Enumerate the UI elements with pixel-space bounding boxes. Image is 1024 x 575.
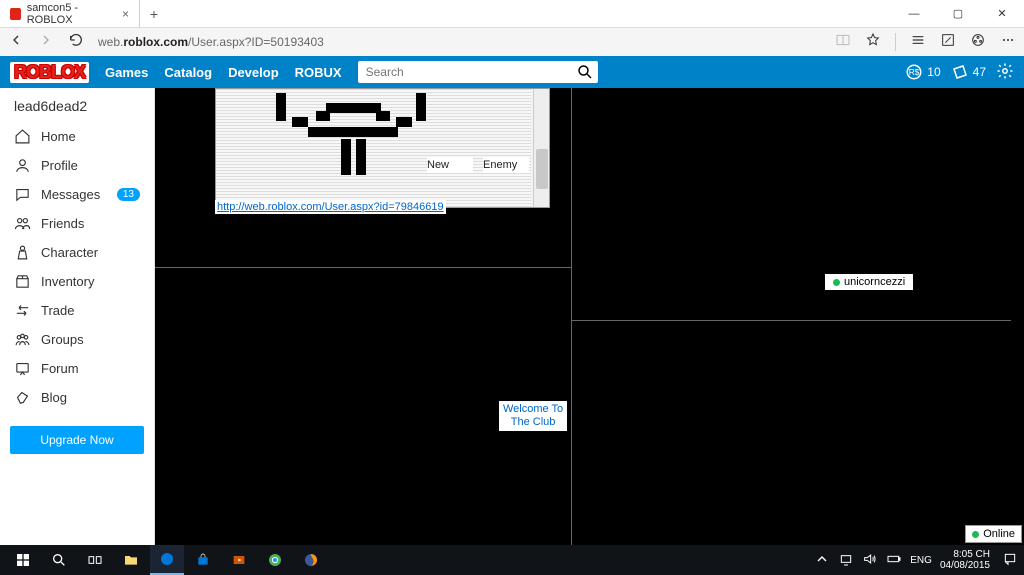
taskbar-chrome[interactable]	[258, 545, 292, 575]
svg-text:R$: R$	[909, 68, 920, 77]
robux-balance[interactable]: R$ 10	[905, 63, 940, 81]
hub-icon[interactable]	[910, 32, 926, 53]
search-input[interactable]	[358, 61, 598, 83]
divider	[155, 267, 571, 268]
tray-volume-icon[interactable]	[862, 551, 878, 570]
tab-title: samcon5 - ROBLOX	[27, 2, 116, 26]
roblox-favicon	[10, 8, 21, 20]
friend-name: unicorncezzi	[844, 276, 905, 288]
profile-content: New Enemy http://web.roblox.com/User.asp…	[155, 88, 1024, 545]
task-view[interactable]	[78, 545, 112, 575]
tix-count: 47	[973, 65, 986, 79]
profile-link[interactable]: http://web.roblox.com/User.aspx?id=79846…	[215, 200, 446, 214]
friend-chip[interactable]: unicorncezzi	[825, 274, 913, 290]
sidebar-groups[interactable]: Groups	[0, 325, 154, 354]
profile-blurb-box: New Enemy	[215, 88, 550, 208]
sidebar-username[interactable]: lead6dead2	[0, 94, 154, 122]
separator	[895, 33, 896, 51]
minimize-button[interactable]: —	[892, 0, 936, 27]
search-icon[interactable]	[576, 63, 594, 86]
browser-tab[interactable]: samcon5 - ROBLOX ×	[0, 0, 140, 27]
tray-lang[interactable]: ENG	[910, 555, 932, 566]
address-bar: web.roblox.com/User.aspx?ID=50193403	[0, 28, 1024, 56]
online-dot-icon	[972, 531, 979, 538]
search-wrap	[358, 61, 598, 83]
back-button[interactable]	[8, 32, 24, 53]
roblox-logo[interactable]: ROBLOX	[10, 62, 89, 83]
sidebar-profile[interactable]: Profile	[0, 151, 154, 180]
taskbar-store[interactable]	[186, 545, 220, 575]
messages-badge: 13	[117, 188, 140, 201]
refresh-button[interactable]	[68, 32, 84, 53]
taskbar-video[interactable]	[222, 545, 256, 575]
upgrade-button[interactable]: Upgrade Now	[10, 426, 144, 454]
sidebar-blog[interactable]: Blog	[0, 383, 154, 412]
nav-catalog[interactable]: Catalog	[164, 65, 212, 80]
tray-clock[interactable]: 8:05 CH 04/08/2015	[940, 549, 994, 571]
enemy-label: Enemy	[483, 157, 529, 173]
more-icon[interactable]	[1000, 32, 1016, 53]
robux-count: 10	[927, 65, 940, 79]
welcome-label[interactable]: Welcome To The Club	[499, 401, 567, 431]
window-titlebar: samcon5 - ROBLOX × + — ▢ ✕	[0, 0, 1024, 28]
nav-develop[interactable]: Develop	[228, 65, 279, 80]
nav-robux[interactable]: ROBUX	[295, 65, 342, 80]
sidebar-trade[interactable]: Trade	[0, 296, 154, 325]
roblox-nav: ROBLOX Games Catalog Develop ROBUX R$ 10…	[0, 56, 1024, 88]
divider	[571, 88, 572, 545]
settings-icon[interactable]	[996, 62, 1014, 83]
close-tab-icon[interactable]: ×	[122, 7, 129, 21]
taskbar-firefox[interactable]	[294, 545, 328, 575]
favorite-icon[interactable]	[865, 32, 881, 53]
online-status[interactable]: Online	[965, 525, 1022, 543]
maximize-button[interactable]: ▢	[936, 0, 980, 27]
url-text[interactable]: web.roblox.com/User.aspx?ID=50193403	[98, 35, 821, 49]
forward-button[interactable]	[38, 32, 54, 53]
close-window-button[interactable]: ✕	[980, 0, 1024, 27]
webnote-icon[interactable]	[940, 32, 956, 53]
blurb-scrollbar[interactable]	[533, 89, 549, 207]
tray-network-icon[interactable]	[838, 551, 854, 570]
start-button[interactable]	[6, 545, 40, 575]
nav-games[interactable]: Games	[105, 65, 148, 80]
sidebar-forum[interactable]: Forum	[0, 354, 154, 383]
sidebar-messages[interactable]: Messages13	[0, 180, 154, 209]
tray-battery-icon[interactable]	[886, 551, 902, 570]
taskbar: ENG 8:05 CH 04/08/2015	[0, 545, 1024, 575]
sidebar-character[interactable]: Character	[0, 238, 154, 267]
divider	[571, 320, 1011, 321]
online-dot-icon	[833, 279, 840, 286]
sidebar: lead6dead2 Home Profile Messages13 Frien…	[0, 88, 155, 545]
tix-balance[interactable]: 47	[951, 63, 986, 81]
sidebar-home[interactable]: Home	[0, 122, 154, 151]
new-label: New	[427, 157, 473, 173]
sidebar-inventory[interactable]: Inventory	[0, 267, 154, 296]
taskbar-edge[interactable]	[150, 545, 184, 575]
sidebar-friends[interactable]: Friends	[0, 209, 154, 238]
tray-expand-icon[interactable]	[814, 551, 830, 570]
new-tab-button[interactable]: +	[140, 0, 168, 27]
share-icon[interactable]	[970, 32, 986, 53]
tray-notifications-icon[interactable]	[1002, 551, 1018, 570]
reading-view-icon[interactable]	[835, 32, 851, 53]
taskbar-explorer[interactable]	[114, 545, 148, 575]
taskbar-search[interactable]	[42, 545, 76, 575]
